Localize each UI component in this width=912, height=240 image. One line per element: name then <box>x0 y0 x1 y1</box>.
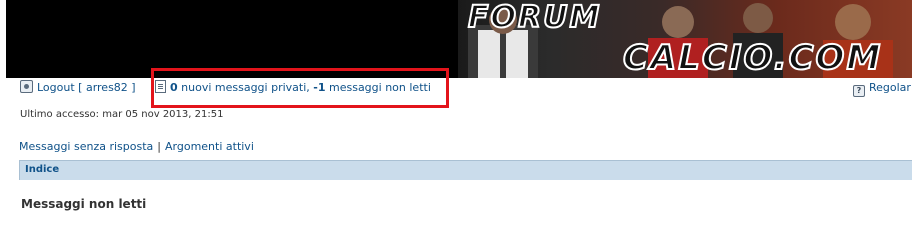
site-banner: FORUM CALCIO.COM <box>6 0 912 78</box>
banner-image: FORUM CALCIO.COM <box>458 0 912 78</box>
unanswered-posts-link[interactable]: Messaggi senza risposta <box>19 140 153 153</box>
player-head <box>743 3 773 33</box>
quick-links: Messaggi senza risposta | Argomenti attivi <box>19 140 254 153</box>
logout-label: Logout [ arres82 ] <box>37 81 136 94</box>
last-visit-text: Ultimo accesso: mar 05 nov 2013, 21:51 <box>20 109 224 120</box>
page-title: Messaggi non letti <box>21 197 147 211</box>
logout-link[interactable]: Logout [ arres82 ] <box>20 80 136 96</box>
link-separator: | <box>157 140 161 153</box>
breadcrumb-bar: Indice <box>19 160 912 180</box>
player-head <box>662 6 694 38</box>
logout-icon <box>20 80 33 93</box>
player-head <box>835 4 871 40</box>
breadcrumb-index-link[interactable]: Indice <box>25 164 59 175</box>
register-label: Regolar <box>869 81 911 94</box>
highlight-box <box>151 68 449 108</box>
player-jersey-stripe <box>506 30 528 78</box>
active-topics-link[interactable]: Argomenti attivi <box>165 140 254 153</box>
logo-text-calcio: CALCIO.COM <box>622 37 883 78</box>
register-link[interactable]: ? Regolar <box>853 80 911 97</box>
logo-text-forum: FORUM <box>467 0 602 36</box>
help-icon: ? <box>853 85 865 97</box>
player-jersey-stripe <box>478 30 500 78</box>
